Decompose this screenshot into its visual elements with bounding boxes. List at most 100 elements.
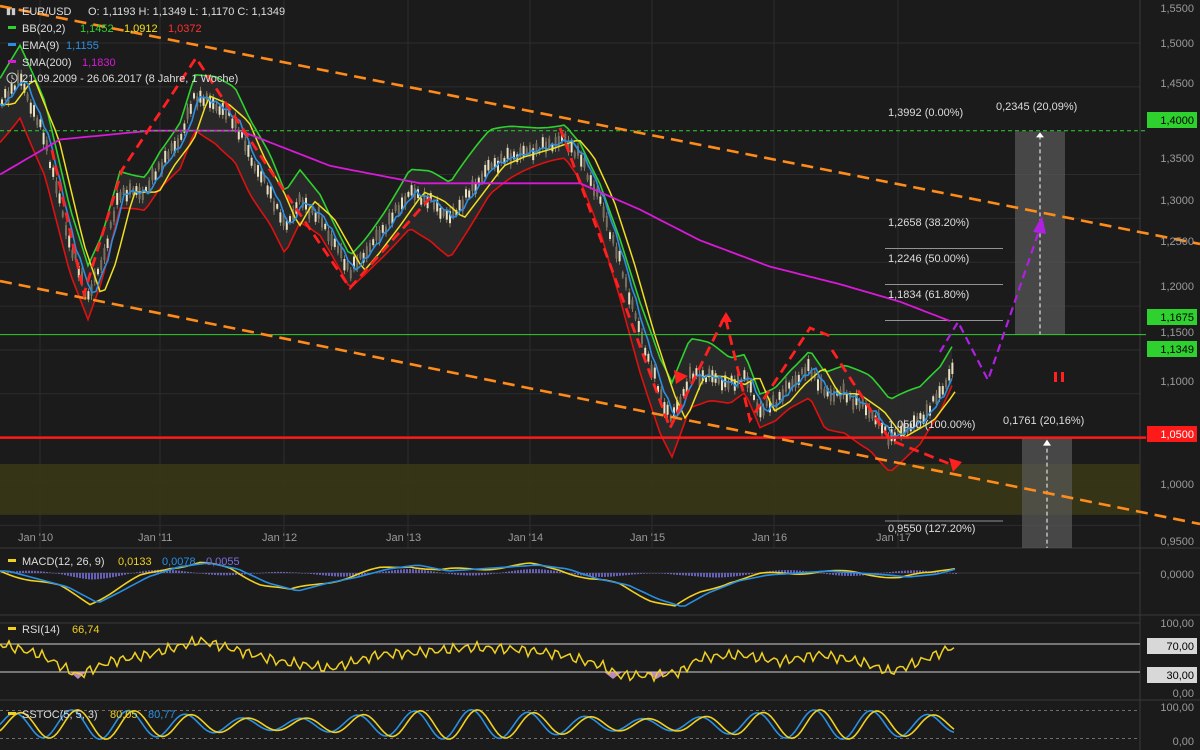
candle-body <box>273 201 275 212</box>
candle-body <box>647 353 650 362</box>
candle-body <box>36 117 39 126</box>
macd-histogram-bar <box>199 573 201 574</box>
macd-histogram-bar <box>67 573 69 576</box>
macd-histogram-bar <box>172 570 174 573</box>
candle-body <box>157 163 160 170</box>
candle-body <box>349 269 352 279</box>
candle-body <box>189 103 192 114</box>
macd-histogram-bar <box>451 573 453 575</box>
candle-body <box>49 161 51 168</box>
macd-histogram-bar <box>85 573 87 579</box>
macd-histogram-bar <box>415 569 417 573</box>
candle-body <box>465 189 467 198</box>
x-tick-label: Jan '11 <box>138 532 172 544</box>
macd-histogram-bar <box>382 571 384 573</box>
period-label: 21.09.2009 - 26.06.2017 (8 Jahre, 1 Woch… <box>22 73 238 85</box>
macd-histogram-bar <box>499 572 501 574</box>
macd-histogram-bar <box>322 573 324 576</box>
candle-body <box>580 154 583 167</box>
macd-histogram-bar <box>28 570 30 573</box>
macd-histogram-bar <box>529 569 531 573</box>
candle-body <box>948 369 951 381</box>
price-tag-label: 1,0500 <box>1160 429 1194 441</box>
macd-histogram-bar <box>832 573 834 575</box>
macd-histogram-bar <box>718 573 720 578</box>
candle-body <box>215 104 218 112</box>
macd-histogram-bar <box>232 573 234 576</box>
candle-body <box>10 83 13 94</box>
y-tick-label: 0,00 <box>1173 688 1194 700</box>
candle-body <box>151 168 154 181</box>
macd-histogram-bar <box>484 573 486 575</box>
macd-histogram-bar <box>601 573 603 577</box>
macd-histogram-bar <box>94 573 96 580</box>
sma-legend-swatch <box>8 60 16 63</box>
candle-body <box>823 388 826 396</box>
candle-body <box>58 193 61 204</box>
macd-histogram-bar <box>379 572 381 573</box>
candle-body <box>298 194 301 203</box>
macd-histogram-bar <box>412 569 414 573</box>
candle-body <box>369 242 371 253</box>
macd-histogram-bar <box>823 573 825 574</box>
candle-body <box>621 272 624 278</box>
y-tick-label: 1,5500 <box>1160 3 1194 15</box>
macd-histogram-bar <box>664 573 666 574</box>
macd-histogram-bar <box>457 573 459 575</box>
macd-histogram-bar <box>748 573 750 575</box>
candle-body <box>45 140 48 152</box>
macd-histogram-bar <box>439 572 441 574</box>
macd-histogram-bar <box>55 573 57 574</box>
candle-body <box>852 398 855 410</box>
macd-histogram-bar <box>406 569 408 573</box>
candle-body <box>484 164 487 177</box>
macd-histogram-bar <box>58 573 60 574</box>
macd-histogram-bar <box>622 573 624 576</box>
macd-histogram-bar <box>64 573 66 576</box>
macd-histogram-bar <box>907 570 909 573</box>
y-tick-label: 1,4500 <box>1160 78 1194 90</box>
macd-histogram-bar <box>334 573 336 577</box>
macd-histogram-bar <box>91 573 93 580</box>
macd-histogram-bar <box>340 573 342 577</box>
macd-histogram-bar <box>697 573 699 577</box>
candle-body <box>7 91 10 104</box>
candle-body <box>337 246 339 254</box>
macd-histogram-bar <box>121 573 123 576</box>
ema-value: 1,1155 <box>66 40 99 52</box>
candle-body <box>103 247 106 260</box>
candle-body <box>231 118 234 129</box>
macd-histogram-bar <box>673 573 675 575</box>
macd-histogram-bar <box>676 573 678 575</box>
candle-body <box>481 173 483 183</box>
macd-histogram-bar <box>310 573 312 574</box>
macd-histogram-bar <box>175 570 177 573</box>
macd-histogram-bar <box>694 573 696 577</box>
macd-histogram-bar <box>319 573 321 575</box>
macd-histogram-bar <box>556 571 558 573</box>
macd-histogram-bar <box>34 570 36 573</box>
macd-histogram-bar <box>223 573 225 576</box>
target-annotation: 0,1761 (20,16%) <box>1003 415 1084 427</box>
macd-histogram-bar <box>646 573 648 574</box>
sma-value: 1,1830 <box>82 57 116 69</box>
candle-body <box>420 198 423 205</box>
macd-histogram-bar <box>508 571 510 573</box>
candle-body <box>641 332 643 344</box>
macd-histogram-bar <box>265 572 267 573</box>
candle-body <box>193 93 195 99</box>
x-tick-label: Jan '14 <box>508 532 543 544</box>
macd-histogram-bar <box>703 573 705 577</box>
macd-histogram-bar <box>652 573 654 574</box>
macd-histogram-bar <box>424 570 426 573</box>
macd-histogram-bar <box>835 573 837 576</box>
macd-histogram-bar <box>901 570 903 573</box>
candle-body <box>785 380 787 392</box>
fib-label: 1,2658 (38.20%) <box>888 217 969 229</box>
candle-body <box>788 382 791 389</box>
macd-histogram-bar <box>106 573 108 579</box>
candle-body <box>829 389 832 402</box>
macd-histogram-bar <box>448 573 450 574</box>
candle-body <box>394 204 397 212</box>
candle-body <box>55 181 58 194</box>
